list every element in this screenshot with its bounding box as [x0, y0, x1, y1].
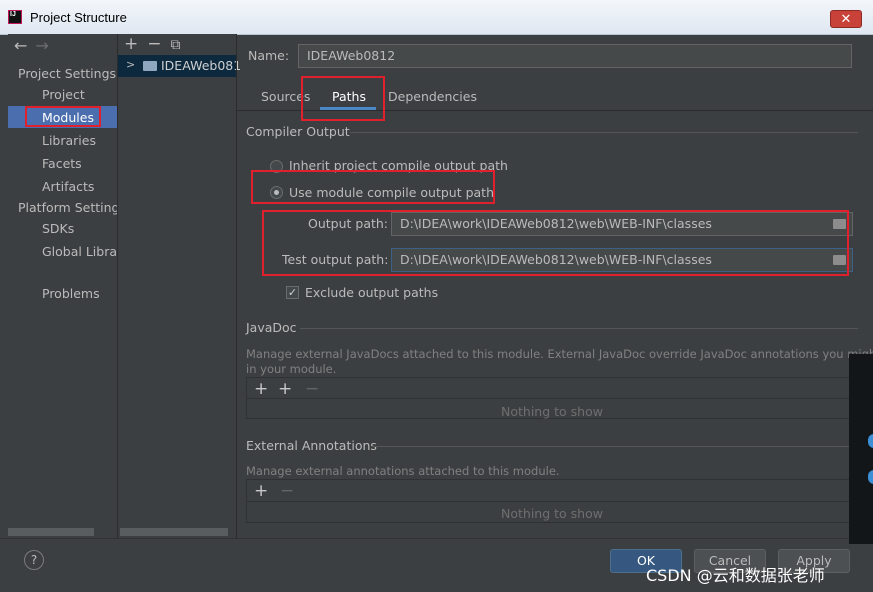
sidebar-item-project[interactable]: Project	[42, 87, 85, 102]
external-annotations-header: External Annotations	[246, 438, 377, 453]
background-window-edge	[849, 354, 873, 544]
module-label: IDEAWeb081	[161, 58, 242, 73]
javadoc-empty-text: Nothing to show	[501, 404, 603, 419]
platform-settings-header: Platform Settings	[18, 200, 126, 215]
exclude-output-label[interactable]: Exclude output paths	[305, 285, 438, 300]
javadoc-toolbar-separator	[247, 398, 857, 399]
title-bar: Project Structure ✕	[0, 0, 873, 35]
modules-list-panel	[118, 34, 236, 538]
add-javadoc-icon[interactable]: +	[254, 379, 268, 399]
use-module-highlight-box	[251, 170, 495, 204]
paths-highlight-box	[262, 210, 849, 276]
copy-module-icon[interactable]: ⧉	[171, 37, 181, 53]
remove-annotation-icon[interactable]: −	[280, 481, 294, 501]
nav-arrows: ← →	[14, 36, 49, 55]
module-list-item[interactable]: > IDEAWeb081	[118, 55, 241, 77]
annotations-toolbar-separator	[247, 501, 857, 502]
help-icon[interactable]: ?	[24, 550, 44, 570]
sidebar-item-libraries[interactable]: Libraries	[42, 133, 96, 148]
external-annotations-separator	[372, 446, 858, 447]
module-folder-icon	[143, 61, 157, 71]
modules-toolbar: + − ⧉	[124, 34, 190, 54]
add-annotation-icon[interactable]: +	[254, 481, 268, 501]
javadoc-description-line2: in your module.	[246, 362, 337, 376]
compiler-output-separator	[350, 132, 858, 133]
modules-highlight-box	[25, 106, 101, 127]
exclude-output-checkbox[interactable]: ✓	[286, 286, 299, 299]
remove-module-icon[interactable]: −	[147, 34, 161, 54]
forward-arrow-icon[interactable]: →	[35, 36, 48, 55]
back-arrow-icon[interactable]: ←	[14, 36, 27, 55]
javadoc-header: JavaDoc	[246, 320, 297, 335]
csdn-watermark: CSDN @云和数据张老师	[646, 566, 825, 585]
footer-separator	[0, 538, 873, 539]
sidebar-item-sdks[interactable]: SDKs	[42, 221, 74, 236]
tab-dependencies[interactable]: Dependencies	[388, 89, 477, 104]
sidebar-item-problems[interactable]: Problems	[42, 286, 100, 301]
compiler-output-header: Compiler Output	[246, 124, 350, 139]
background-blue-icon	[868, 434, 873, 448]
sidebar-item-artifacts[interactable]: Artifacts	[42, 179, 94, 194]
external-annotations-description: Manage external annotations attached to …	[246, 464, 560, 478]
sidebar-scrollbar[interactable]	[8, 528, 94, 536]
sidebar-item-global-libraries[interactable]: Global Librar	[42, 244, 116, 259]
intellij-app-icon	[8, 10, 22, 24]
project-structure-window: Project Structure ✕ ←→ Project Settings …	[0, 0, 873, 592]
paths-tab-highlight-box	[301, 76, 385, 121]
remove-javadoc-icon[interactable]: −	[305, 379, 319, 399]
project-settings-header: Project Settings	[18, 66, 117, 81]
name-label: Name:	[248, 48, 290, 63]
modules-scrollbar[interactable]	[120, 528, 228, 536]
expand-chevron-icon[interactable]: >	[126, 58, 135, 71]
add-javadoc-url-icon[interactable]: +	[278, 379, 292, 399]
sidebar-item-facets[interactable]: Facets	[42, 156, 82, 171]
add-module-icon[interactable]: +	[124, 34, 138, 54]
window-title: Project Structure	[30, 10, 127, 25]
javadoc-separator	[300, 328, 858, 329]
javadoc-description: Manage external JavaDocs attached to thi…	[246, 347, 873, 361]
module-name-field[interactable]: IDEAWeb0812	[298, 44, 852, 68]
close-button[interactable]: ✕	[830, 10, 862, 28]
annotations-empty-text: Nothing to show	[501, 506, 603, 521]
background-blue-icon	[868, 470, 873, 484]
